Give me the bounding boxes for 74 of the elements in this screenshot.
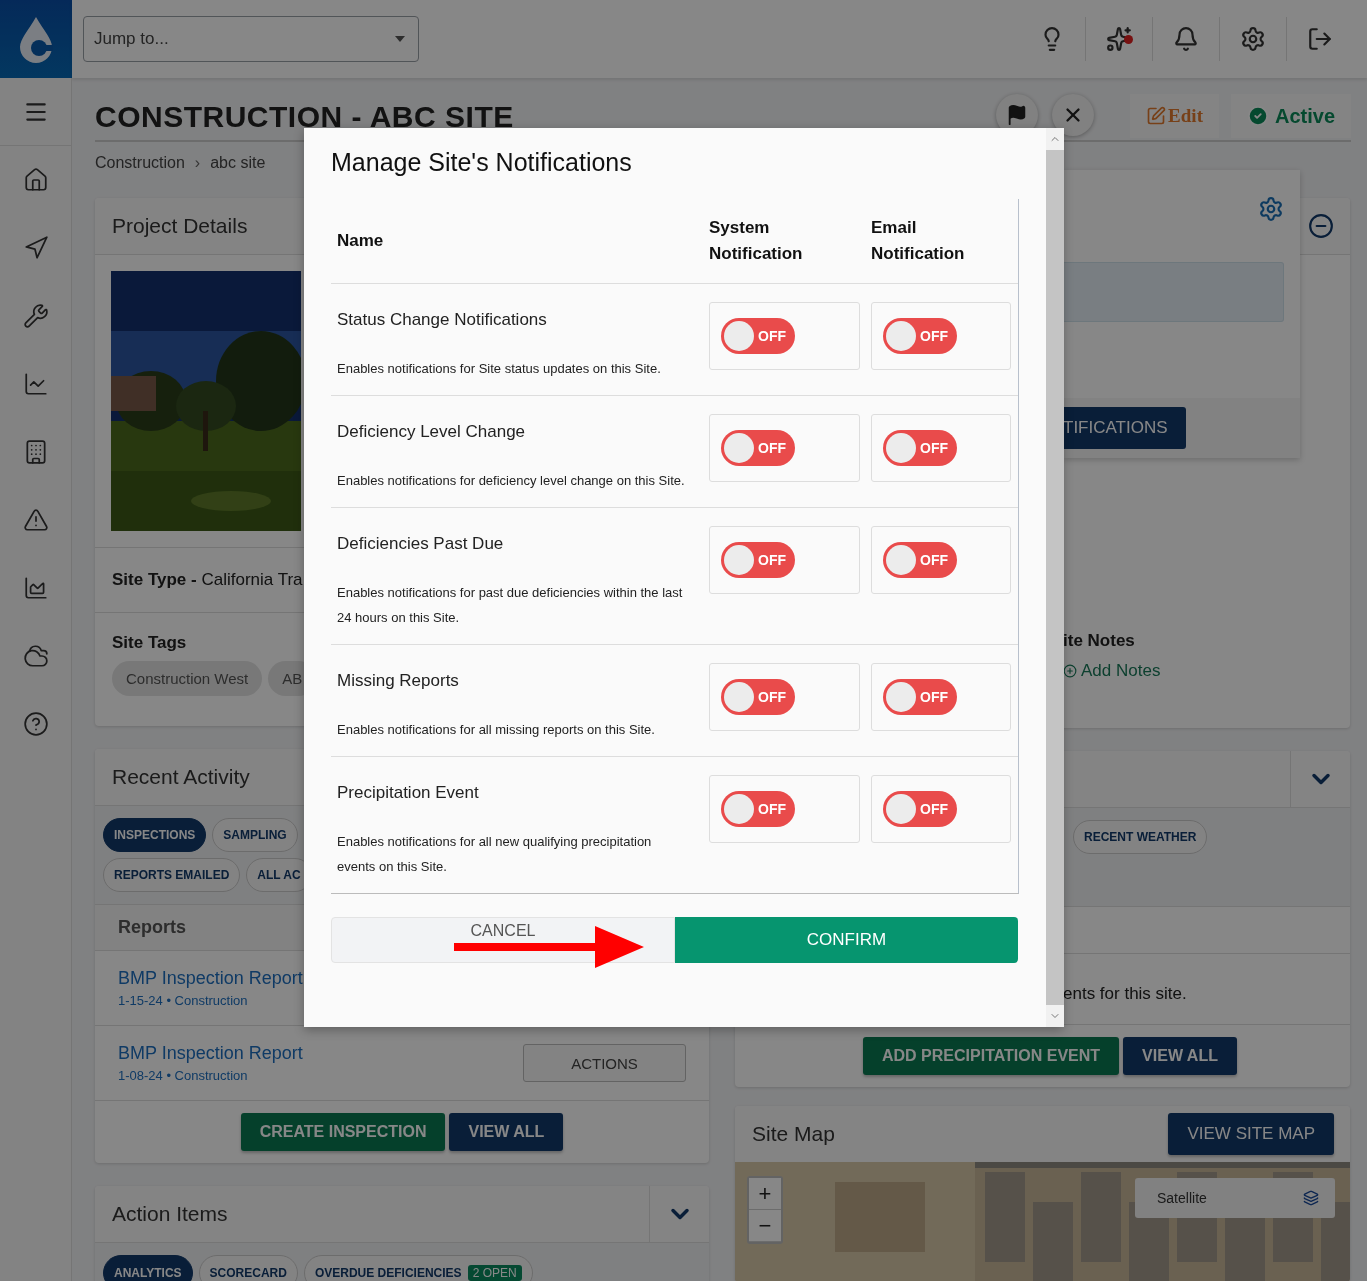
breadcrumb-link[interactable]: Construction [95, 154, 185, 172]
filter-pill[interactable]: SAMPLING [212, 818, 298, 852]
jump-to-field[interactable]: Jump to... [83, 16, 419, 62]
status-button[interactable]: Active [1230, 94, 1351, 138]
notification-name: Status Change Notifications [337, 310, 548, 330]
filter-pill[interactable]: ANALYTICS [103, 1255, 193, 1281]
view-all-button[interactable]: VIEW ALL [449, 1113, 564, 1151]
scroll-up-icon[interactable] [1046, 128, 1064, 150]
add-icon [1063, 664, 1077, 678]
add-precipitation-button[interactable]: ADD PRECIPITATION EVENT [863, 1037, 1120, 1075]
view-all-button[interactable]: VIEW ALL [1123, 1037, 1237, 1075]
edit-icon [1146, 106, 1167, 126]
site-tag: Construction West [112, 661, 263, 696]
popover-field[interactable] [1063, 262, 1284, 322]
dialog-title: Manage Site's Notifications [331, 148, 633, 177]
site-notes-heading: ite Notes [1063, 631, 1135, 651]
filter-pill[interactable]: REPORTS EMAILED [103, 858, 241, 892]
toggle-switch[interactable]: OFF [883, 542, 957, 578]
settings-icon[interactable] [1258, 196, 1284, 222]
notification-description: Enables notifications for all missing reports on this Site. [337, 721, 656, 739]
column-header: Name [336, 230, 385, 252]
card-title: Site Map [752, 1122, 835, 1146]
layers-icon [1303, 1190, 1319, 1206]
breadcrumb-separator: › [194, 154, 201, 172]
notification-name: Precipitation Event [337, 783, 480, 803]
notification-description: Enables notifications for all new qualifying precipitation events on this Site. [337, 833, 653, 876]
caret-icon [395, 36, 405, 42]
notifications-button[interactable]: TIFICATIONS [1063, 407, 1186, 449]
site-type-text: Site Type - California Tra [112, 570, 303, 590]
actions-button[interactable]: ACTIONS [523, 1044, 686, 1082]
card-title: Project Details [112, 214, 248, 238]
check-circle-icon [1246, 105, 1269, 127]
toggle-switch[interactable]: OFF [721, 679, 795, 715]
edit-button[interactable]: Edit [1130, 94, 1219, 138]
app-logo[interactable] [0, 0, 72, 78]
toggle-switch[interactable]: OFF [721, 430, 795, 466]
notification-description: Enables notifications for Site status updates on this Site. [337, 360, 662, 378]
map-type-dropdown[interactable]: Satellite [1135, 1178, 1335, 1218]
zoom-in-button[interactable]: + [749, 1178, 781, 1210]
collapse-icon[interactable] [1308, 213, 1334, 239]
filter-pill[interactable]: RECENT WEATHER [1073, 820, 1208, 854]
toggle-switch[interactable]: OFF [721, 542, 795, 578]
filter-pill[interactable]: OVERDUE DEFICIENCIES 2 OPEN [303, 1255, 533, 1281]
filter-pill[interactable]: SCORECARD [198, 1255, 298, 1281]
view-site-map-button[interactable]: VIEW SITE MAP [1168, 1113, 1334, 1155]
confirm-button[interactable]: CONFIRM [675, 917, 1018, 963]
site-tags-label: Site Tags [112, 633, 187, 653]
toggle-switch[interactable]: OFF [883, 318, 957, 354]
add-notes-link[interactable]: Add Notes [1081, 661, 1161, 681]
toggle-switch[interactable]: OFF [883, 791, 957, 827]
count-badge: 2 OPEN [467, 1265, 522, 1281]
notification-description: Enables notifications for deficiency level change on this Site. [337, 472, 686, 490]
report-meta: 1-15-24 • Construction [118, 993, 249, 1008]
column-header: System Notification [709, 217, 804, 265]
report-meta: 1-08-24 • Construction [118, 1068, 249, 1083]
card-title: Recent Activity [112, 765, 250, 789]
drop-logo-icon [18, 15, 54, 63]
toggle-switch[interactable]: OFF [883, 430, 957, 466]
page-title: CONSTRUCTION - ABC SITE [95, 100, 515, 134]
notification-description: Enables notifications for past due deficiencies within the last 24 hours on this Site. [337, 584, 684, 627]
notification-name: Missing Reports [337, 671, 460, 691]
notification-name: Deficiency Level Change [337, 422, 527, 442]
close-button[interactable] [1052, 94, 1095, 136]
notification-name: Deficiencies Past Due [337, 534, 505, 554]
toggle-switch[interactable]: OFF [721, 791, 795, 827]
toggle-switch[interactable]: OFF [883, 679, 957, 715]
toggle-switch[interactable]: OFF [721, 318, 795, 354]
card-title: Action Items [112, 1202, 228, 1226]
filter-pill[interactable]: INSPECTIONS [103, 818, 207, 852]
column-header: Email Notification [871, 217, 966, 265]
create-inspection-button[interactable]: CREATE INSPECTION [240, 1113, 446, 1151]
empty-message: ents for this site. [1063, 984, 1187, 1004]
breadcrumb-link[interactable]: abc site [210, 154, 266, 172]
report-link[interactable]: BMP Inspection Report [118, 1043, 523, 1064]
